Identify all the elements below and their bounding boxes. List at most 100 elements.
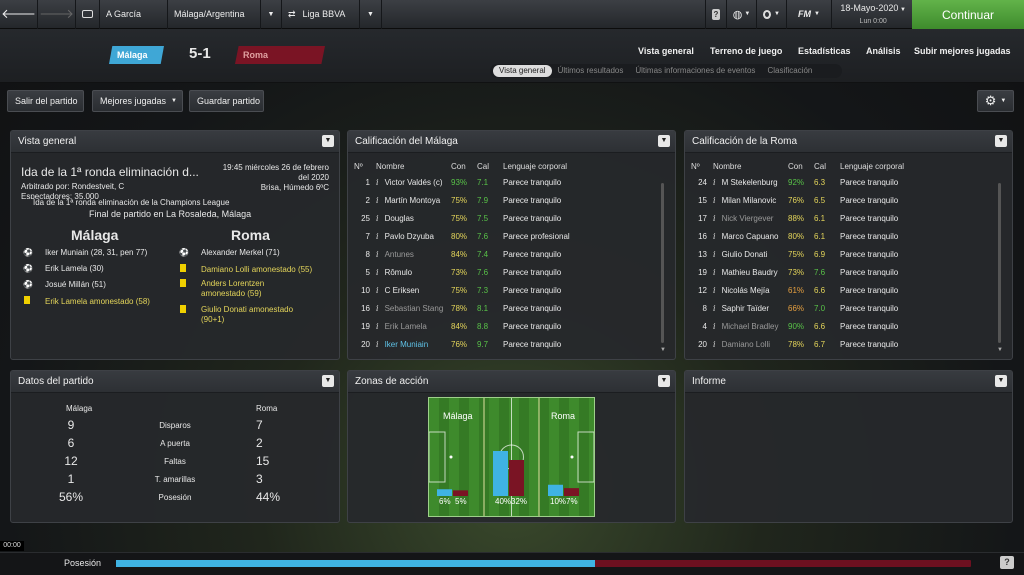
table-row[interactable]: 16 i Sebastian Stang 78% 8.1 Parece tranquilo <box>354 299 664 317</box>
col-rating[interactable]: Cal <box>814 159 840 173</box>
info-icon[interactable]: i <box>376 340 379 349</box>
continue-button[interactable]: Continuar <box>912 0 1024 29</box>
info-icon[interactable]: i <box>713 286 716 295</box>
table-row[interactable]: 19 i Mathieu Baudry 73% 7.6 Parece tranquilo <box>691 263 1001 281</box>
tab-analisis[interactable]: Análisis <box>866 46 901 56</box>
table-row[interactable]: 2 i Martín Montoya 75% 7.9 Parece tranquilo <box>354 191 664 209</box>
info-icon[interactable]: i <box>376 286 379 295</box>
cell-rating-text: 7.3 <box>477 285 489 295</box>
subtab-ultimas-informaciones[interactable]: Últimas informaciones de eventos <box>629 65 761 77</box>
panel-menu-icon[interactable]: ▼ <box>322 135 334 147</box>
table-row[interactable]: 7 i Pavlo Dzyuba 80% 7.6 Parece profesional <box>354 227 664 245</box>
cell-rating: 6.6 <box>814 317 840 335</box>
away-team-tag[interactable]: Roma <box>235 46 325 64</box>
cell-name: i Michael Bradley <box>713 317 788 335</box>
col-condition[interactable]: Con <box>451 159 477 173</box>
info-icon[interactable]: i <box>376 178 379 187</box>
game-date[interactable]: 18-Mayo-2020 ▼ Lun 0:00 <box>840 3 906 27</box>
table-row[interactable]: 20 i Damiano Lolli 78% 6.7 Parece tranquilo <box>691 335 1001 353</box>
help-icon[interactable]: ? <box>1000 556 1014 569</box>
scroll-down-icon[interactable]: ▼ <box>660 347 666 353</box>
col-name[interactable]: Nombre <box>376 159 451 173</box>
info-icon[interactable]: i <box>713 214 716 223</box>
league-menu-dropdown[interactable]: ▼ <box>360 0 382 29</box>
table-row[interactable]: 1 i Victor Valdés (c) 93% 7.1 Parece tranquil… <box>354 173 664 191</box>
table-row[interactable]: 20 i Iker Muniain 76% 9.7 Parece tranquilo <box>354 335 664 353</box>
subtab-clasificacion[interactable]: Clasificación <box>761 65 818 77</box>
tab-subir-mejores-jugadas[interactable]: Subir mejores jugadas <box>914 46 1011 56</box>
info-icon[interactable]: i <box>713 196 716 205</box>
info-icon[interactable]: i <box>376 196 379 205</box>
fm-menu[interactable]: FM ▼ <box>787 0 832 29</box>
panel-menu-icon[interactable]: ▼ <box>658 375 670 387</box>
info-icon[interactable]: i <box>376 268 379 277</box>
col-name[interactable]: Nombre <box>713 159 788 173</box>
col-number[interactable]: Nº <box>691 159 713 173</box>
table-row[interactable]: 13 i Giulio Donati 75% 6.9 Parece tranquilo <box>691 245 1001 263</box>
info-icon[interactable]: i <box>713 178 716 187</box>
club-menu-dropdown[interactable]: ▼ <box>261 0 282 29</box>
save-match-button[interactable]: Guardar partido <box>189 90 264 112</box>
home-team-tag[interactable]: Málaga <box>109 46 164 64</box>
table-row[interactable]: 17 i Nick Viergever 88% 6.1 Parece tranquilo <box>691 209 1001 227</box>
table-row[interactable]: 5 i Rômulo 73% 7.6 Parece tranquilo <box>354 263 664 281</box>
col-body-language[interactable]: Lenguaje corporal <box>503 159 664 173</box>
info-icon[interactable]: i <box>376 214 379 223</box>
help-button[interactable]: ? <box>705 0 727 29</box>
col-rating[interactable]: Cal <box>477 159 503 173</box>
save-match-label: Guardar partido <box>197 96 261 106</box>
subtab-vista-general[interactable]: Vista general <box>493 65 552 77</box>
panel-menu-icon[interactable]: ▼ <box>995 135 1007 147</box>
table-row[interactable]: 25 i Douglas 75% 7.5 Parece tranquilo <box>354 209 664 227</box>
tab-estadisticas[interactable]: Estadísticas <box>798 46 851 56</box>
table-row[interactable]: 4 i Michael Bradley 90% 6.6 Parece tranquilo <box>691 317 1001 335</box>
info-icon[interactable]: i <box>713 232 716 241</box>
leave-match-button[interactable]: Salir del partido <box>7 90 84 112</box>
info-icon[interactable]: i <box>376 250 379 259</box>
info-icon[interactable]: i <box>376 304 379 313</box>
col-condition[interactable]: Con <box>788 159 814 173</box>
info-icon[interactable]: i <box>713 268 716 277</box>
world-button[interactable]: ◍ ▼ <box>727 0 757 29</box>
search-button[interactable]: ▼ <box>757 0 787 29</box>
cell-condition: 73% <box>788 263 814 281</box>
tab-vista-general[interactable]: Vista general <box>638 46 694 56</box>
inbox-button[interactable] <box>76 0 100 29</box>
table-row[interactable]: 15 i Milan Milanovic 76% 6.5 Parece tranquilo <box>691 191 1001 209</box>
info-icon[interactable]: i <box>713 322 716 331</box>
settings-button[interactable]: ⚙ ▼ <box>977 90 1014 112</box>
forward-button[interactable]: 🡒 <box>38 0 76 29</box>
panel-menu-icon[interactable]: ▼ <box>658 135 670 147</box>
scroll-down-icon[interactable]: ▼ <box>997 347 1003 353</box>
info-icon[interactable]: i <box>713 304 716 313</box>
cell-condition-text: 61% <box>788 285 805 295</box>
cell-body-language-text: Parece tranquilo <box>840 177 899 187</box>
panel-menu-icon[interactable]: ▼ <box>995 375 1007 387</box>
info-icon[interactable]: i <box>713 340 716 349</box>
col-number[interactable]: Nº <box>354 159 376 173</box>
table-row[interactable]: 19 i Erik Lamela 84% 8.8 Parece tranquilo <box>354 317 664 335</box>
panel-menu-icon[interactable]: ▼ <box>322 375 334 387</box>
col-body-language[interactable]: Lenguaje corporal <box>840 159 1001 173</box>
league-menu[interactable]: ⇄ Liga BBVA <box>282 0 360 29</box>
info-icon[interactable]: i <box>376 232 379 241</box>
table-row[interactable]: 10 i C Eriksen 75% 7.3 Parece tranquilo <box>354 281 664 299</box>
tab-terreno-de-juego[interactable]: Terreno de juego <box>710 46 782 56</box>
table-row[interactable]: 12 i Nicolás Mejía 61% 6.6 Parece tranquilo <box>691 281 1001 299</box>
back-button[interactable]: 🡐 <box>0 0 38 29</box>
club-nation-menu[interactable]: Málaga/Argentina <box>168 0 261 29</box>
team-menu[interactable]: A García <box>100 0 168 29</box>
best-moments-button[interactable]: Mejores jugadas ▼ <box>92 90 183 112</box>
info-icon[interactable]: i <box>713 250 716 259</box>
table-row[interactable]: 16 i Marco Capuano 80% 6.1 Parece tranquilo <box>691 227 1001 245</box>
table-row[interactable]: 24 i M Stekelenburg 92% 6.3 Parece tranquilo <box>691 173 1001 191</box>
table-row[interactable]: 8 i Saphir Taïder 66% 7.0 Parece tranquilo <box>691 299 1001 317</box>
subtab-ultimos-resultados[interactable]: Últimos resultados <box>552 65 630 77</box>
zone-away-bar <box>509 460 524 496</box>
cell-rating: 7.1 <box>477 173 503 191</box>
scrollbar[interactable] <box>661 183 664 343</box>
scrollbar[interactable] <box>998 183 1001 343</box>
cell-name: i Marco Capuano <box>713 227 788 245</box>
table-row[interactable]: 8 i Antunes 84% 7.4 Parece tranquilo <box>354 245 664 263</box>
info-icon[interactable]: i <box>376 322 379 331</box>
